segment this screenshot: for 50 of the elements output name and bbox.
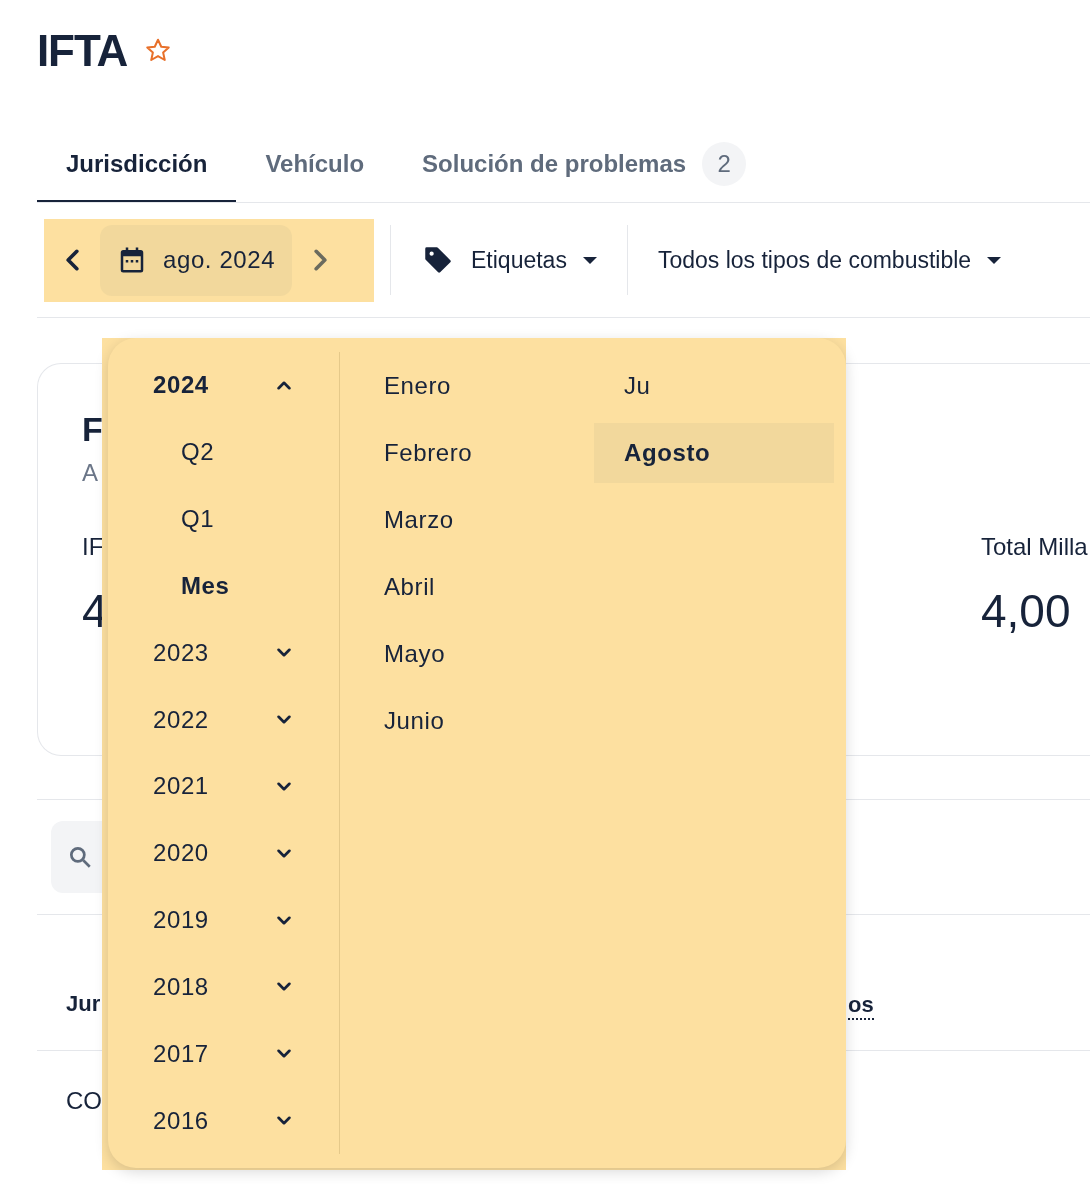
year-item[interactable]: 2019 [108,886,339,954]
year-item[interactable]: 2016 [108,1087,339,1154]
tab[interactable]: Jurisdicción [37,128,237,202]
count-badge: 2 [702,142,747,186]
metric-value: 4,00 [981,583,1071,639]
filter-dropdown[interactable]: Etiquetas [391,242,627,278]
period-item[interactable]: Mes [108,552,339,620]
month-item[interactable]: Abril [354,556,594,617]
tab[interactable]: Solución de problemas 2 [393,128,776,202]
expand-icon [277,982,291,992]
period-item[interactable]: Q2 [108,418,339,486]
period-item[interactable]: Q1 [108,485,339,553]
expand-icon [277,915,291,925]
year-item[interactable]: 2024 [108,352,339,419]
month-item[interactable]: Ju [594,355,834,416]
column-header[interactable]: os [848,994,874,1020]
expand-icon [277,848,291,858]
expand-icon [277,1116,291,1125]
month-item[interactable]: Agosto [594,422,834,483]
collapse-icon [277,380,291,390]
month-item[interactable]: Mayo [354,623,594,684]
month-item[interactable]: Enero [354,355,594,416]
year-item[interactable]: 2017 [108,1020,339,1088]
month-item[interactable]: Marzo [354,489,594,550]
expand-icon [277,715,291,725]
metric-label: Total Milla [981,531,1088,562]
caret-icon [582,256,597,264]
page-title: IFTA [37,29,128,73]
year-item[interactable]: 2021 [108,752,339,820]
expand-icon [277,1049,291,1059]
year-item[interactable]: 2023 [108,619,339,687]
tab[interactable]: Vehículo [236,128,394,202]
chevron-left-icon[interactable] [65,249,79,271]
year-item[interactable]: 2022 [108,686,339,753]
month-item[interactable]: Junio [354,690,594,751]
card-title: F [82,409,103,450]
card-subtitle: A [82,457,98,488]
year-item[interactable]: 2018 [108,953,339,1021]
chevron-right-icon[interactable] [313,249,327,271]
table-cell-text: CO [66,1086,102,1116]
expand-icon [277,648,291,658]
expand-icon [277,781,291,791]
caret-icon [987,256,1002,264]
year-item[interactable]: 2020 [108,819,339,887]
metric-value: 4 [82,583,108,639]
search-icon [67,844,93,870]
month-item[interactable]: Febrero [354,422,594,483]
filter-dropdown[interactable]: Todos los tipos de combustible [627,242,1032,278]
date-button[interactable]: ago. 2024 [100,224,293,296]
metric-label: IF [82,531,104,562]
